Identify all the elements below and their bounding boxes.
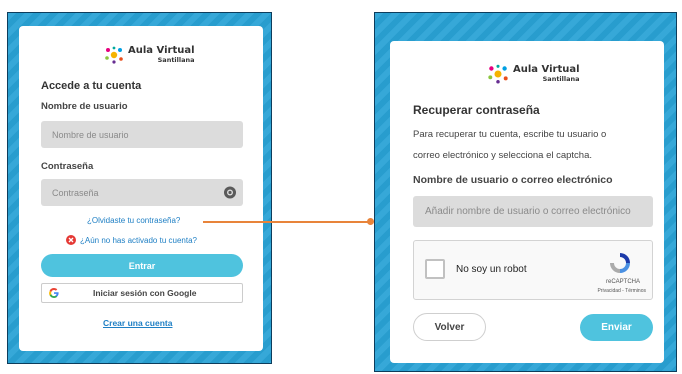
send-button[interactable]: Enviar — [580, 314, 653, 341]
recover-logo: Aula Virtual Santillana — [487, 64, 580, 84]
recaptcha-brand: reCAPTCHA — [605, 279, 640, 285]
logo-title: Aula Virtual — [128, 45, 195, 57]
forgot-password-link[interactable]: ¿Olvidaste tu contraseña? — [87, 216, 180, 225]
connector-dot — [367, 218, 374, 225]
logo-subtitle: Santillana — [157, 56, 195, 65]
not-activated-link[interactable]: ¿Aún no has activado tu cuenta? — [80, 236, 197, 245]
google-signin-label: Iniciar sesión con Google — [93, 288, 197, 298]
recover-instructions-line1: Para recuperar tu cuenta, escribe tu usu… — [413, 129, 607, 140]
connector-line — [203, 221, 370, 223]
aula-virtual-logo-icon — [105, 46, 123, 64]
login-submit-label: Entrar — [128, 260, 156, 271]
google-signin-button[interactable]: Iniciar sesión con Google — [41, 283, 243, 303]
login-title: Accede a tu cuenta — [41, 80, 142, 92]
send-label: Enviar — [601, 322, 632, 333]
username-label: Nombre de usuario — [41, 101, 128, 112]
create-account-link[interactable]: Crear una cuenta — [103, 318, 172, 328]
recover-field-placeholder: Añadir nombre de usuario o correo electr… — [425, 206, 631, 217]
eye-icon[interactable] — [223, 186, 237, 199]
back-label: Volver — [434, 321, 465, 333]
aula-virtual-logo-icon — [488, 64, 508, 84]
recover-instructions-line2: correo electrónico y selecciona el captc… — [413, 150, 593, 161]
recaptcha-terms[interactable]: Privacidad - Términos — [597, 288, 646, 294]
google-g-icon — [49, 288, 59, 298]
recaptcha-checkbox[interactable] — [425, 259, 445, 279]
error-circle-icon — [66, 235, 76, 245]
logo-subtitle: Santillana — [542, 75, 580, 84]
recaptcha-label: No soy un robot — [456, 264, 527, 275]
recaptcha-widget: No soy un robot reCAPTCHA Privacidad - T… — [413, 240, 653, 300]
recover-title: Recuperar contraseña — [413, 103, 540, 117]
recover-field-label: Nombre de usuario o correo electrónico — [413, 174, 613, 186]
recover-username-input[interactable]: Añadir nombre de usuario o correo electr… — [413, 196, 653, 227]
back-button[interactable]: Volver — [413, 313, 486, 341]
password-placeholder: Contraseña — [52, 187, 99, 198]
password-input[interactable]: Contraseña — [41, 179, 243, 206]
login-submit-button[interactable]: Entrar — [41, 254, 243, 277]
password-label: Contraseña — [41, 161, 94, 172]
login-logo: Aula Virtual Santillana — [104, 46, 195, 64]
recaptcha-icon — [610, 253, 630, 273]
logo-title: Aula Virtual — [513, 64, 580, 76]
username-input[interactable]: Nombre de usuario — [41, 121, 243, 148]
username-placeholder: Nombre de usuario — [52, 129, 129, 140]
